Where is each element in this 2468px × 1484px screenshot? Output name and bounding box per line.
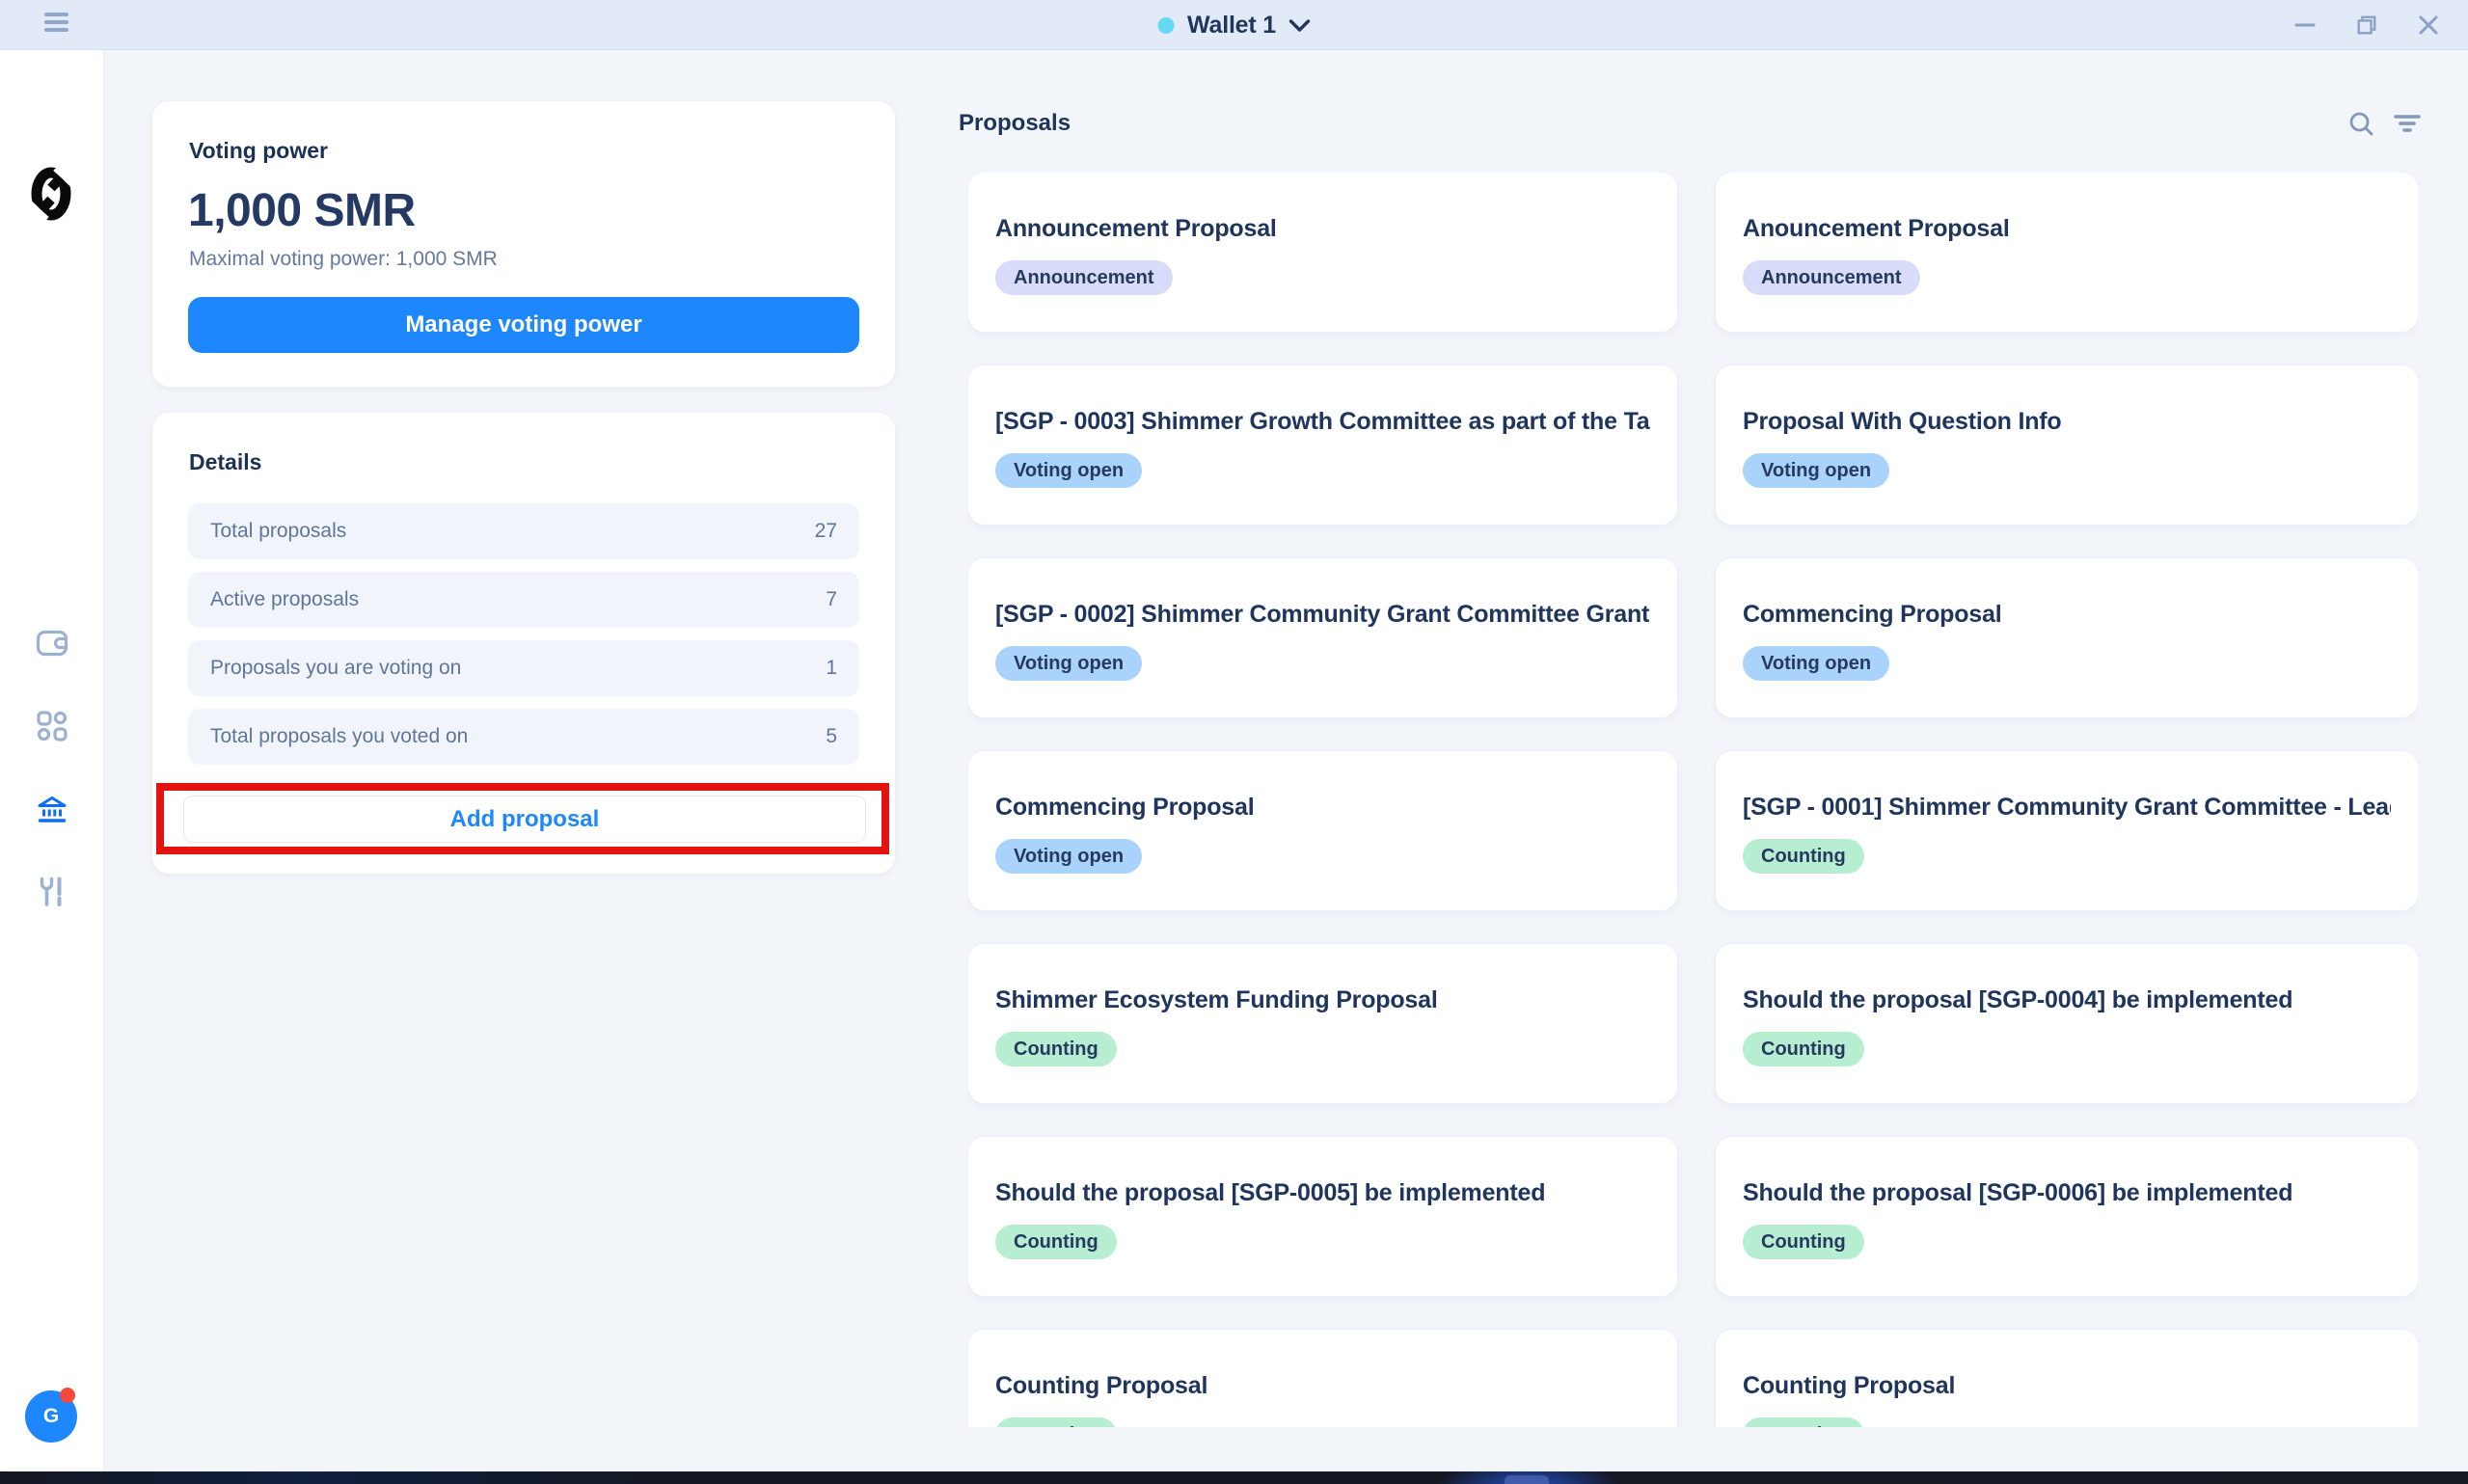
proposals-grid: Announcement Proposal Announcement Anoun… — [968, 173, 2418, 1427]
governance-bank-icon — [36, 795, 68, 823]
shimmer-logo — [30, 164, 72, 224]
manage-voting-power-button[interactable]: Manage voting power — [188, 297, 859, 353]
tools-icon — [39, 877, 66, 907]
proposal-card[interactable]: Proposal With Question Info Voting open — [1716, 365, 2418, 525]
restore-button[interactable] — [2356, 14, 2377, 36]
wallet-name: Wallet 1 — [1187, 12, 1276, 40]
title-bar: Wallet 1 — [0, 0, 2468, 50]
proposal-card-title: Should the proposal [SGP-0005] be implem… — [995, 1179, 1650, 1207]
os-taskbar — [0, 1471, 2468, 1484]
search-button[interactable] — [2347, 110, 2374, 137]
proposal-card-title: Shimmer Ecosystem Funding Proposal — [995, 986, 1650, 1014]
avatar-initial: G — [43, 1405, 59, 1428]
proposal-card-title: Counting Proposal — [1743, 1372, 2391, 1400]
voting-power-subtitle: Maximal voting power: 1,000 SMR — [189, 248, 498, 271]
proposal-card[interactable]: Anouncement Proposal Announcement — [1716, 173, 2418, 332]
filter-button[interactable] — [2394, 110, 2421, 137]
chevron-down-icon — [1289, 19, 1311, 32]
proposals-title: Proposals — [959, 110, 1071, 137]
proposal-status-badge: Voting open — [995, 839, 1142, 874]
hamburger-menu-icon[interactable] — [44, 13, 69, 38]
proposal-card-title: Should the proposal [SGP-0006] be implem… — [1743, 1179, 2391, 1207]
proposal-card[interactable]: Commencing Proposal Voting open — [968, 751, 1677, 910]
sidebar: G — [0, 50, 104, 1471]
proposal-card-title: Should the proposal [SGP-0004] be implem… — [1743, 986, 2391, 1014]
add-proposal-button[interactable]: Add proposal — [183, 796, 866, 843]
proposal-card[interactable]: [SGP - 0002] Shimmer Community Grant Com… — [968, 558, 1677, 717]
voting-power-amount: 1,000 SMR — [188, 184, 416, 237]
app-window: Wallet 1 — [0, 0, 2468, 1484]
taskbar-app-icon[interactable] — [1505, 1475, 1549, 1484]
wallet-selector[interactable]: Wallet 1 — [1157, 0, 1311, 50]
details-row-value: 27 — [815, 520, 837, 543]
proposal-status-badge: Announcement — [1743, 260, 1920, 295]
details-title: Details — [189, 449, 261, 475]
proposal-card[interactable]: Should the proposal [SGP-0004] be implem… — [1716, 944, 2418, 1103]
proposal-card-title: Announcement Proposal — [995, 215, 1650, 243]
proposal-status-badge: Counting — [995, 1417, 1117, 1427]
proposal-status-badge: Voting open — [995, 453, 1142, 488]
sidebar-item-wallet[interactable] — [33, 627, 71, 660]
details-row-label: Active proposals — [210, 588, 359, 611]
proposal-status-badge: Counting — [1743, 1225, 1864, 1259]
wallet-icon — [36, 629, 68, 658]
proposal-card-title: Commencing Proposal — [995, 794, 1650, 822]
details-row: Proposals you are voting on 1 — [188, 640, 859, 696]
proposal-card-title: Commencing Proposal — [1743, 601, 2391, 629]
details-row-value: 5 — [826, 725, 837, 748]
proposal-status-badge: Counting — [995, 1032, 1117, 1066]
proposal-status-badge: Voting open — [1743, 646, 1889, 681]
close-button[interactable] — [2418, 14, 2439, 36]
proposal-status-badge: Counting — [1743, 1417, 1864, 1427]
details-row: Total proposals you voted on 5 — [188, 709, 859, 765]
proposal-card-title: Anouncement Proposal — [1743, 215, 2391, 243]
voting-power-panel: Voting power 1,000 SMR Maximal voting po… — [152, 101, 895, 387]
profile-avatar[interactable]: G — [25, 1390, 77, 1443]
proposal-card[interactable]: Commencing Proposal Voting open — [1716, 558, 2418, 717]
details-row-label: Total proposals — [210, 520, 346, 543]
proposal-card[interactable]: Announcement Proposal Announcement — [968, 173, 1677, 332]
sidebar-item-collectibles[interactable] — [33, 710, 71, 742]
proposal-card[interactable]: Counting Proposal Counting — [1716, 1330, 2418, 1427]
proposal-card[interactable]: [SGP - 0001] Shimmer Community Grant Com… — [1716, 751, 2418, 910]
proposal-card[interactable]: Counting Proposal Counting — [968, 1330, 1677, 1427]
proposal-card-title: [SGP - 0003] Shimmer Growth Committee as… — [995, 408, 1650, 436]
details-row-label: Proposals you are voting on — [210, 657, 461, 680]
proposal-card[interactable]: Should the proposal [SGP-0006] be implem… — [1716, 1137, 2418, 1296]
details-row-label: Total proposals you voted on — [210, 725, 468, 748]
proposal-status-badge: Voting open — [995, 646, 1142, 681]
proposal-status-badge: Announcement — [995, 260, 1173, 295]
details-row: Active proposals 7 — [188, 572, 859, 628]
window-controls — [2294, 0, 2439, 50]
sidebar-nav — [0, 627, 104, 908]
proposal-card-title: [SGP - 0002] Shimmer Community Grant Com… — [995, 601, 1650, 629]
minimize-button[interactable] — [2294, 14, 2316, 36]
details-row-value: 1 — [826, 657, 837, 680]
proposal-status-badge: Counting — [1743, 1032, 1864, 1066]
details-row: Total proposals 27 — [188, 503, 859, 559]
search-icon — [2348, 111, 2374, 137]
collectibles-grid-icon — [37, 711, 68, 742]
sidebar-item-governance[interactable] — [33, 793, 71, 825]
proposal-card-title: Proposal With Question Info — [1743, 408, 2391, 436]
proposal-status-badge: Counting — [995, 1225, 1117, 1259]
wallet-color-dot — [1157, 17, 1174, 34]
proposal-status-badge: Voting open — [1743, 453, 1889, 488]
proposal-status-badge: Counting — [1743, 839, 1864, 874]
sidebar-item-settings[interactable] — [33, 876, 71, 908]
details-rows: Total proposals 27 Active proposals 7 Pr… — [188, 503, 859, 765]
filter-icon — [2394, 113, 2421, 134]
proposal-card-title: [SGP - 0001] Shimmer Community Grant Com… — [1743, 794, 2391, 822]
proposal-card[interactable]: [SGP - 0003] Shimmer Growth Committee as… — [968, 365, 1677, 525]
proposal-card[interactable]: Shimmer Ecosystem Funding Proposal Count… — [968, 944, 1677, 1103]
voting-power-title: Voting power — [189, 138, 328, 164]
proposal-card-title: Counting Proposal — [995, 1372, 1650, 1400]
details-row-value: 7 — [826, 588, 837, 611]
proposal-card[interactable]: Should the proposal [SGP-0005] be implem… — [968, 1137, 1677, 1296]
notification-dot — [60, 1388, 75, 1403]
